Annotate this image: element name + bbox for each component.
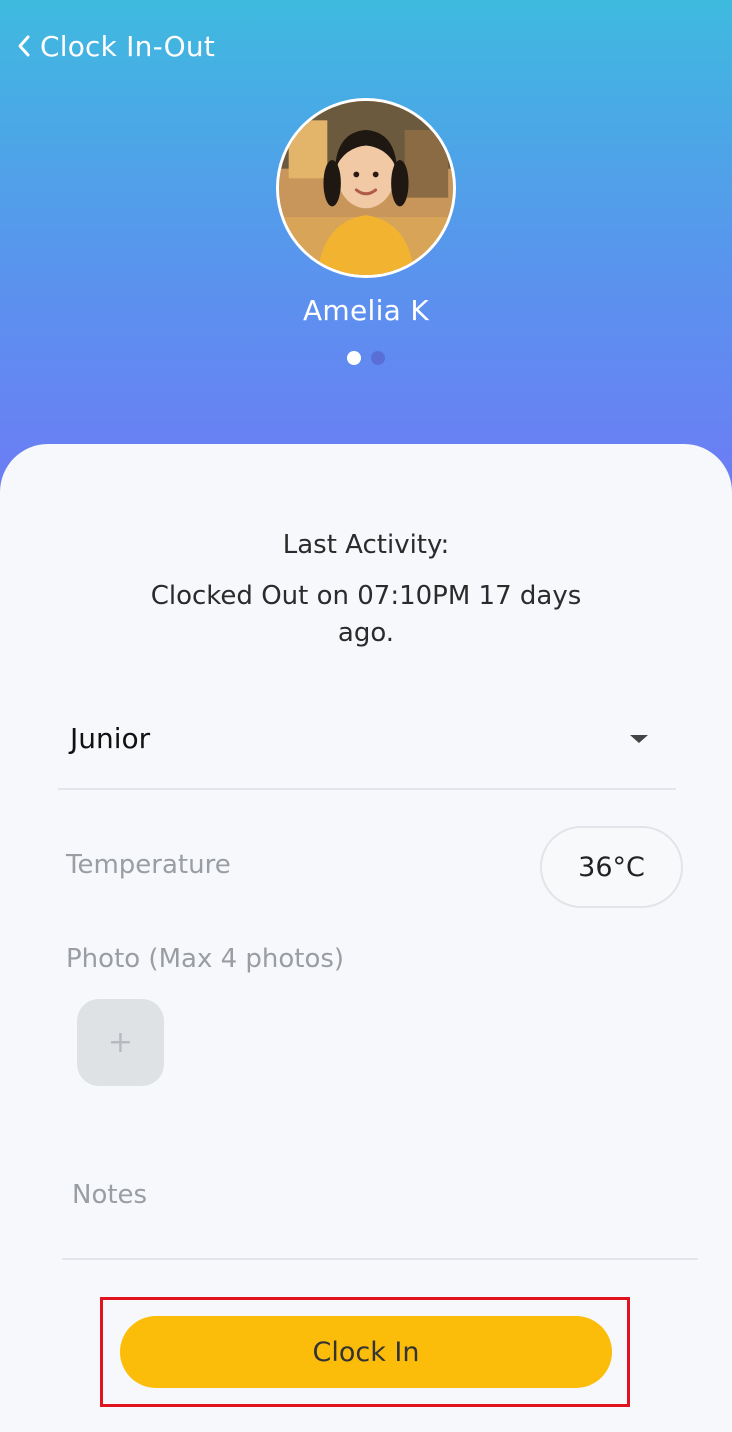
clock-in-out-screen: Clock In-Out Amelia K Last Activity: Clo… <box>0 0 732 1432</box>
chevron-left-icon <box>18 35 30 57</box>
last-activity-detail: Clocked Out on 07:10PM 17 days ago. <box>150 581 582 648</box>
class-dropdown-value: Junior <box>70 722 151 755</box>
child-avatar[interactable] <box>276 98 456 278</box>
add-photo-button[interactable]: + <box>77 999 164 1086</box>
plus-icon: + <box>107 1024 134 1060</box>
notes-field[interactable]: Notes <box>62 1160 698 1260</box>
pager-dot-active[interactable] <box>347 351 361 365</box>
temperature-input[interactable]: 36°C <box>540 826 683 908</box>
clock-in-button[interactable]: Clock In <box>120 1316 612 1388</box>
back-button[interactable]: Clock In-Out <box>12 26 215 66</box>
profile-header: Clock In-Out Amelia K <box>0 0 732 500</box>
notes-placeholder: Notes <box>72 1180 148 1210</box>
profile-pager <box>0 351 732 365</box>
last-activity-label: Last Activity: <box>282 530 450 560</box>
class-dropdown[interactable]: Junior <box>58 700 676 790</box>
screen-title: Clock In-Out <box>40 29 216 63</box>
photo-label: Photo (Max 4 photos) <box>66 944 345 974</box>
pager-dot-inactive[interactable] <box>371 351 385 365</box>
child-name: Amelia K <box>302 294 430 327</box>
child-photo-image <box>279 101 453 275</box>
temperature-label: Temperature <box>66 850 231 880</box>
caret-down-icon <box>630 735 648 743</box>
